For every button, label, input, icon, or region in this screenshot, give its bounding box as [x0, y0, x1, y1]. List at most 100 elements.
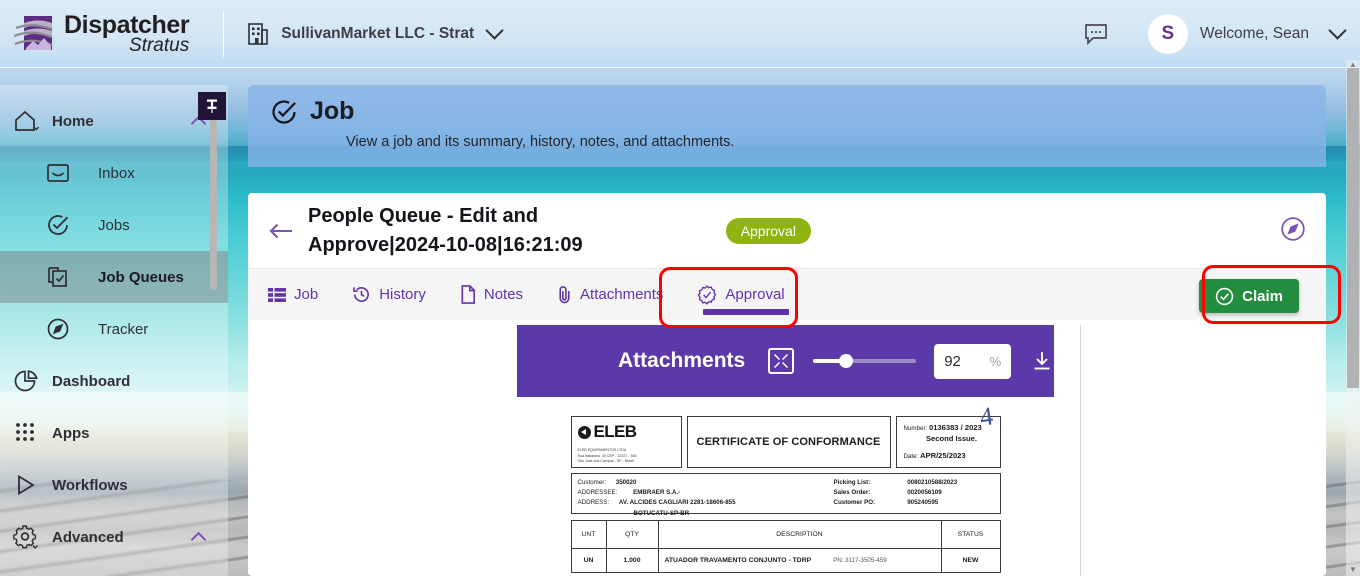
- grid-dots-icon: [0, 422, 52, 444]
- addressee-value: EMBRAER S.A.-: [633, 489, 681, 497]
- compass-icon[interactable]: [1280, 216, 1306, 242]
- zoom-value: 92: [944, 352, 961, 370]
- home-icon: [0, 109, 52, 133]
- pin-icon[interactable]: [198, 92, 226, 120]
- tab-label: Notes: [483, 286, 524, 303]
- user-menu-chevron-down-icon[interactable]: [1328, 21, 1347, 40]
- sidebar-item-home[interactable]: Home: [0, 95, 228, 147]
- date-value: APR/25/2023: [920, 450, 966, 460]
- scroll-down-arrow-icon[interactable]: ▼: [1349, 565, 1357, 574]
- zoom-input[interactable]: 92 %: [934, 343, 1012, 379]
- sidebar-item-inbox[interactable]: Inbox: [0, 147, 228, 199]
- avatar[interactable]: S: [1147, 13, 1188, 54]
- company-address-line2: São José dos Campos - SP - Brasil: [577, 459, 634, 464]
- sidebar-item-advanced[interactable]: Advanced: [0, 511, 228, 563]
- welcome-label: Welcome, Sean: [1199, 24, 1309, 42]
- certificate-title: CERTIFICATE OF CONFORMANCE: [696, 436, 881, 448]
- claim-button-label: Claim: [1242, 287, 1283, 305]
- address-value-2: BOTUCATU-SP-BR: [633, 509, 690, 517]
- sidebar-item-workflows[interactable]: Workflows: [0, 459, 228, 511]
- list-icon: [268, 287, 286, 303]
- inbox-icon: [32, 162, 84, 184]
- clock-back-icon: [352, 285, 371, 304]
- dispatcher-logo-mark: [14, 14, 54, 54]
- topbar-right-group: S Welcome, Sean: [1084, 13, 1360, 54]
- check-circle-icon: [270, 98, 298, 126]
- play-triangle-icon: [0, 473, 52, 497]
- company-name: ELEB: [593, 422, 638, 441]
- sidebar-item-label: Dashboard: [52, 372, 131, 390]
- sidebar-item-label: Apps: [52, 424, 90, 442]
- line-items-table: UNT QTY DESCRIPTION STATUS UN 1.000 ATUA…: [570, 520, 1001, 573]
- cell-description: ATUADOR TRAVAMENTO CONJUNTO - TDRP PN: 3…: [659, 549, 942, 572]
- job-title: People Queue - Edit and Approve|2024-10-…: [308, 202, 583, 260]
- number-value: 0136383 / 2023: [928, 423, 982, 432]
- part-number: PN: 3117-3505-459: [833, 557, 887, 564]
- status-badge: Approval: [725, 217, 811, 244]
- window-scrollbar[interactable]: ▲ ▼: [1346, 60, 1360, 576]
- zoom-slider-handle[interactable]: [839, 354, 854, 368]
- attachment-viewer-toolbar: Attachments 92 %: [517, 325, 1054, 397]
- eleb-mark-icon: [577, 425, 591, 439]
- document-preview-area[interactable]: 4 ELEB ELEB EQUIPAMENTOS LTDA Rua Itabai…: [517, 397, 1054, 576]
- attachment-viewer: Attachments 92 % 4 ELEB ELEB EQUIPAMENTO…: [517, 325, 1054, 576]
- tab-label: Job: [294, 286, 319, 303]
- tab-history[interactable]: History: [352, 269, 426, 321]
- column-header-description: DESCRIPTION: [659, 521, 942, 548]
- arrow-left-icon[interactable]: [266, 216, 296, 246]
- sidebar-item-dashboard[interactable]: Dashboard: [0, 355, 228, 407]
- cell-qty: 1.000: [607, 549, 659, 572]
- chat-bubble-icon[interactable]: [1084, 23, 1108, 45]
- zoom-unit: %: [989, 353, 1002, 369]
- job-tabs: Job History Notes Attachments Approval C…: [248, 268, 1326, 320]
- description-text: ATUADOR TRAVAMENTO CONJUNTO - TDRP: [664, 557, 812, 564]
- documents-check-icon: [32, 265, 84, 289]
- chevron-up-icon[interactable]: [190, 531, 207, 547]
- zoom-slider[interactable]: [813, 354, 917, 368]
- tab-label: History: [379, 286, 426, 303]
- sidebar-item-label: Home: [52, 112, 94, 130]
- cell-unt: UN: [572, 549, 607, 572]
- app-logo[interactable]: Dispatcher Stratus: [0, 12, 190, 55]
- tab-notes[interactable]: Notes: [460, 269, 523, 321]
- window-scrollbar-thumb[interactable]: [1347, 68, 1359, 388]
- sidebar-item-job-queues[interactable]: Job Queues: [0, 251, 228, 303]
- sidebar-item-jobs[interactable]: Jobs: [0, 199, 228, 251]
- customer-value: 350020: [615, 479, 637, 486]
- picking-list-label: Picking List:: [833, 479, 871, 486]
- page-banner: Job View a job and its summary, history,…: [248, 85, 1326, 167]
- customer-po-value: 905240595: [907, 499, 939, 507]
- pie-chart-icon: [0, 369, 52, 393]
- job-header: People Queue - Edit and Approve|2024-10-…: [248, 193, 1326, 268]
- sales-order-value: 0020056109: [907, 489, 942, 497]
- check-circle-icon: [1215, 287, 1234, 306]
- viewer-right-divider: [1080, 325, 1081, 576]
- sidebar-item-label: Job Queues: [98, 268, 184, 286]
- certificate-header-row: ELEB ELEB EQUIPAMENTOS LTDA Rua Itabaian…: [570, 416, 1001, 468]
- sidebar-item-apps[interactable]: Apps: [0, 407, 228, 459]
- column-header-status: STATUS: [957, 531, 984, 538]
- chevron-down-icon[interactable]: [485, 21, 504, 40]
- attachment-viewer-title: Attachments: [618, 349, 746, 372]
- sidebar-item-label: Advanced: [52, 528, 124, 546]
- top-app-bar: Dispatcher Stratus SullivanMarket LLC - …: [0, 0, 1360, 68]
- job-title-line2: Approve|2024-10-08|16:21:09: [308, 233, 583, 256]
- fit-to-screen-icon[interactable]: [768, 348, 795, 374]
- sidebar-item-tracker[interactable]: Tracker: [0, 303, 228, 355]
- column-header-qty: QTY: [607, 521, 659, 548]
- sidebar-item-label: Workflows: [52, 476, 128, 494]
- certificate-title-box: CERTIFICATE OF CONFORMANCE: [686, 416, 891, 468]
- sales-order-label: Sales Order:: [833, 489, 871, 497]
- download-icon[interactable]: [1031, 350, 1053, 372]
- compass-icon: [32, 317, 84, 341]
- topbar-divider: [223, 10, 225, 57]
- sidebar-nav: Home Inbox Jobs Job Queues Tracker Dashb…: [0, 85, 228, 576]
- claim-button[interactable]: Claim: [1199, 279, 1299, 313]
- tab-job[interactable]: Job: [268, 269, 318, 321]
- tab-attachments[interactable]: Attachments: [557, 269, 663, 321]
- tab-label: Approval: [725, 286, 785, 303]
- organization-name: SullivanMarket LLC - Strat: [281, 24, 475, 42]
- sidebar-scrollbar[interactable]: [210, 118, 217, 290]
- organization-selector[interactable]: SullivanMarket LLC - Strat: [246, 21, 504, 46]
- tab-approval[interactable]: Approval: [697, 269, 789, 321]
